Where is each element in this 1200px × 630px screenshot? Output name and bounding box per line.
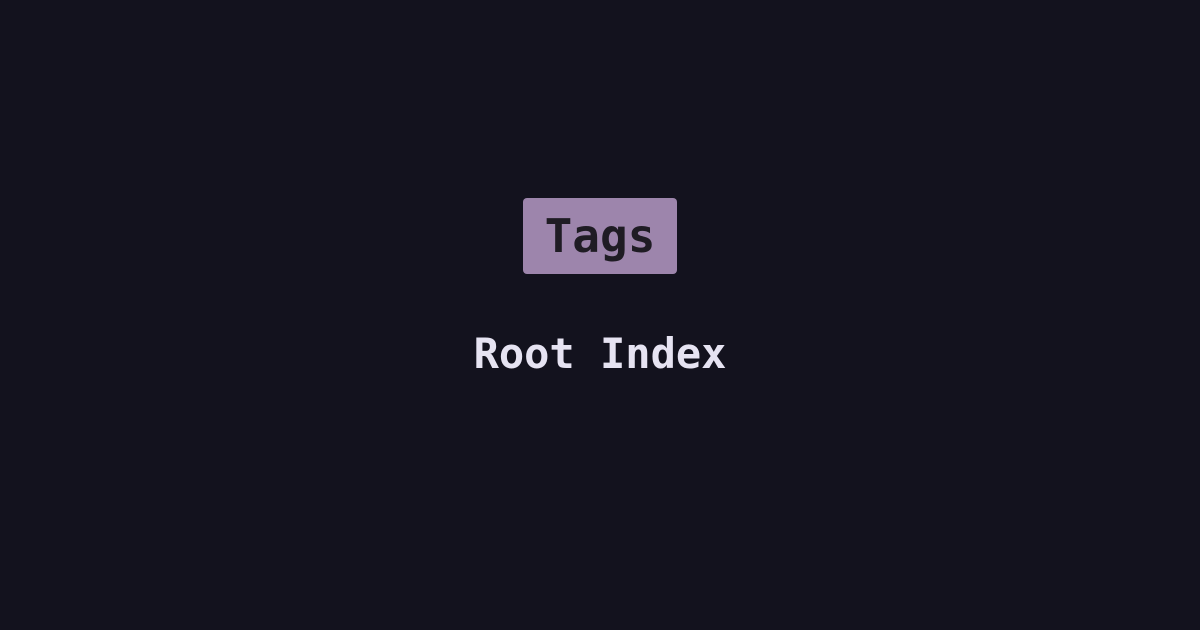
page-title: Root Index	[473, 329, 727, 378]
og-card: Tags Root Index	[0, 0, 1200, 630]
tags-badge: Tags	[523, 198, 677, 274]
tags-badge-label: Tags	[544, 209, 656, 263]
